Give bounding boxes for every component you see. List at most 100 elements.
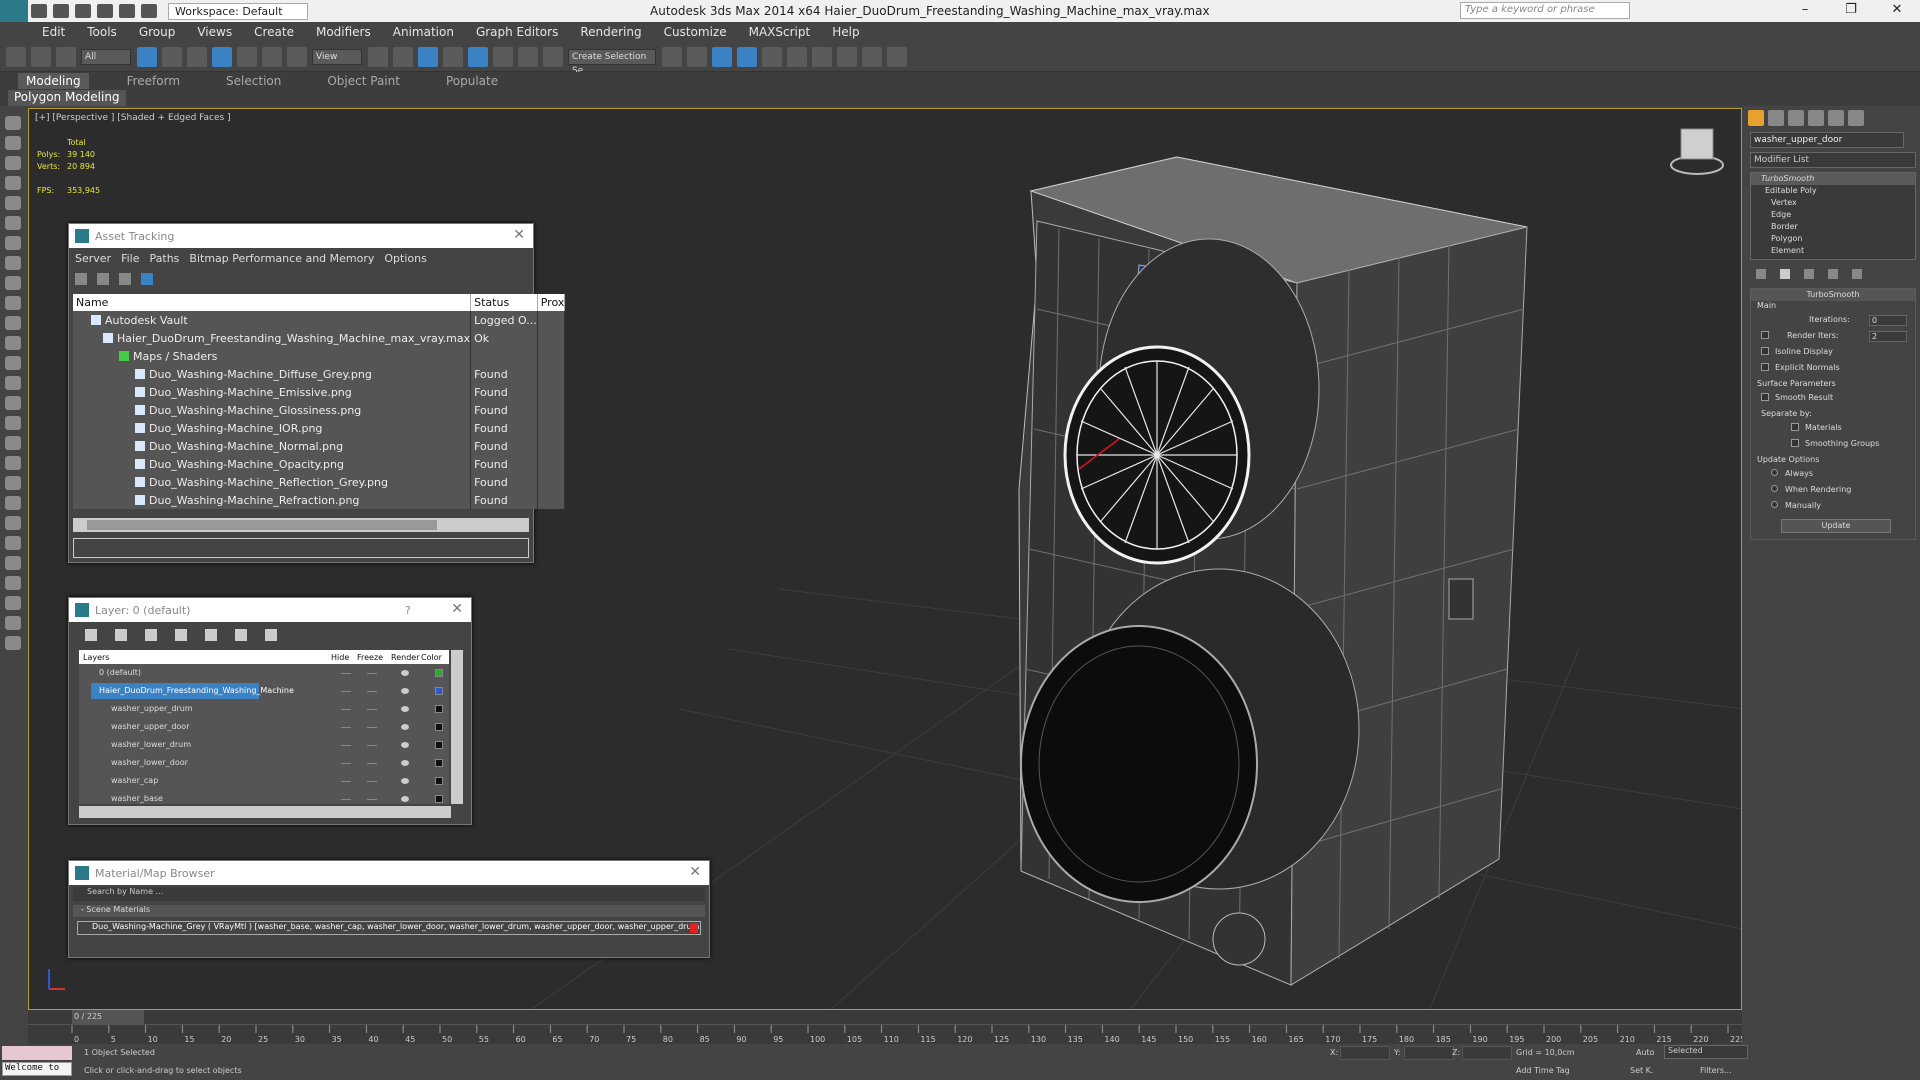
- hide-toggle[interactable]: [341, 726, 351, 728]
- tab-freeform[interactable]: Freeform: [127, 74, 180, 88]
- col-color[interactable]: Color: [421, 653, 442, 662]
- table-row[interactable]: Duo_Washing-Machine_Refraction.png Found: [73, 491, 566, 509]
- freeze-toggle[interactable]: [367, 744, 377, 746]
- detail-view-icon[interactable]: [141, 273, 153, 285]
- viewport-icon-26[interactable]: [5, 616, 21, 630]
- viewport-icon-23[interactable]: [5, 556, 21, 570]
- table-row[interactable]: Duo_Washing-Machine_Glossiness.png Found: [73, 401, 566, 419]
- stack-item-editable-poly[interactable]: Editable Poly: [1751, 185, 1915, 197]
- menu-customize[interactable]: Customize: [664, 25, 727, 39]
- list-view-icon[interactable]: [97, 273, 109, 285]
- named-selection-set-select[interactable]: Create Selection Se: [568, 48, 656, 76]
- maximize-button[interactable]: ❐: [1836, 2, 1866, 20]
- render-toggle-icon[interactable]: [401, 724, 409, 730]
- viewport-icon-7[interactable]: [5, 236, 21, 250]
- hide-toggle[interactable]: [341, 708, 351, 710]
- unlink-icon[interactable]: [31, 46, 51, 67]
- freeze-toggle[interactable]: [367, 708, 377, 710]
- layer-row[interactable]: 0 (default): [79, 664, 449, 682]
- motion-tab-icon[interactable]: [1808, 110, 1824, 126]
- layer-manager-close-icon[interactable]: ✕: [451, 601, 463, 617]
- table-row[interactable]: Maps / Shaders: [73, 347, 566, 365]
- asset-tracking-titlebar[interactable]: Asset Tracking: [69, 224, 533, 248]
- viewport-icon-16[interactable]: [5, 416, 21, 430]
- menu-views[interactable]: Views: [197, 25, 232, 39]
- menu-modifiers[interactable]: Modifiers: [316, 25, 371, 39]
- modifier-list-dropdown[interactable]: Modifier List: [1750, 152, 1916, 168]
- open-file-icon[interactable]: [53, 4, 69, 18]
- asset-path-field[interactable]: [73, 538, 529, 558]
- schematic-view-icon[interactable]: [787, 46, 807, 67]
- scene-materials-section[interactable]: - Scene Materials: [73, 905, 705, 917]
- update-button[interactable]: Update: [1781, 519, 1891, 533]
- y-coordinate-field[interactable]: [1404, 1046, 1454, 1060]
- freeze-toggle[interactable]: [367, 690, 377, 692]
- select-object-icon[interactable]: [137, 46, 157, 67]
- layer-row[interactable]: washer_cap: [79, 772, 449, 790]
- keyboard-shortcut-icon[interactable]: [418, 46, 438, 67]
- render-production-icon[interactable]: [887, 46, 907, 67]
- link-icon[interactable]: [6, 46, 26, 67]
- mirror-icon[interactable]: [662, 46, 682, 67]
- layer-vertical-scrollbar[interactable]: [451, 650, 463, 804]
- material-item[interactable]: Duo_Washing-Machine_Grey ( VRayMtl ) [wa…: [77, 921, 701, 935]
- viewport-icon-27[interactable]: [5, 636, 21, 650]
- freeze-toggle[interactable]: [367, 762, 377, 764]
- app-logo[interactable]: [0, 0, 28, 22]
- tab-populate[interactable]: Populate: [446, 74, 498, 88]
- stack-item-turbosmooth[interactable]: TurboSmooth: [1751, 173, 1915, 185]
- table-row[interactable]: Haier_DuoDrum_Freestanding_Washing_Machi…: [73, 329, 566, 347]
- maxscript-listener-input[interactable]: Welcome to: [2, 1062, 72, 1076]
- viewport-icon-5[interactable]: [5, 196, 21, 210]
- selection-filter-select[interactable]: All: [81, 48, 131, 65]
- hide-all-layers-icon[interactable]: [235, 629, 247, 641]
- save-file-icon[interactable]: [75, 4, 91, 18]
- viewport-icon-22[interactable]: [5, 536, 21, 550]
- viewport-icon-17[interactable]: [5, 436, 21, 450]
- hide-toggle[interactable]: [341, 672, 351, 674]
- viewport-icon-18[interactable]: [5, 456, 21, 470]
- asset-menu-file[interactable]: File: [121, 252, 139, 265]
- layer-color-swatch[interactable]: [435, 723, 443, 731]
- layer-manager-titlebar[interactable]: Layer: 0 (default) ?: [69, 598, 471, 622]
- new-file-icon[interactable]: [31, 4, 47, 18]
- maxscript-listener-output[interactable]: [2, 1046, 72, 1060]
- viewport-icon-12[interactable]: [5, 336, 21, 350]
- new-layer-icon[interactable]: [85, 629, 97, 641]
- bind-space-warp-icon[interactable]: [56, 46, 76, 67]
- isoline-checkbox[interactable]: [1761, 347, 1769, 355]
- select-in-layer-icon[interactable]: [175, 629, 187, 641]
- explicit-normals-checkbox[interactable]: [1761, 363, 1769, 371]
- hide-toggle[interactable]: [341, 690, 351, 692]
- layer-row[interactable]: washer_upper_door: [79, 718, 449, 736]
- manually-radio[interactable]: [1771, 501, 1778, 508]
- key-filters-button[interactable]: Filters...: [1700, 1066, 1732, 1075]
- snaps-toggle-icon[interactable]: [443, 46, 463, 67]
- object-name-field[interactable]: washer_upper_door: [1750, 132, 1904, 148]
- col-layers[interactable]: Layers: [83, 653, 109, 662]
- turbosmooth-rollout-title[interactable]: TurboSmooth: [1751, 289, 1915, 301]
- render-setup-icon[interactable]: [837, 46, 857, 67]
- viewport-icon-2[interactable]: [5, 136, 21, 150]
- curve-editor-icon[interactable]: [762, 46, 782, 67]
- menu-help[interactable]: Help: [832, 25, 859, 39]
- table-row[interactable]: Duo_Washing-Machine_Normal.png Found: [73, 437, 566, 455]
- remove-modifier-icon[interactable]: [1828, 269, 1838, 279]
- table-row[interactable]: Duo_Washing-Machine_Diffuse_Grey.png Foun…: [73, 365, 566, 383]
- pivot-center-icon[interactable]: [368, 46, 388, 67]
- col-name[interactable]: Name: [73, 294, 472, 311]
- viewport-icon-13[interactable]: [5, 356, 21, 370]
- material-browser-close-icon[interactable]: ✕: [689, 864, 701, 880]
- menu-edit[interactable]: Edit: [42, 25, 65, 39]
- scrollbar-thumb[interactable]: [87, 520, 437, 530]
- freeze-all-layers-icon[interactable]: [265, 629, 277, 641]
- align-icon[interactable]: [687, 46, 707, 67]
- modify-tab-icon[interactable]: [1768, 110, 1784, 126]
- layer-color-swatch[interactable]: [435, 777, 443, 785]
- render-toggle-icon[interactable]: [401, 670, 409, 676]
- asset-menu-bitmap-performance[interactable]: Bitmap Performance and Memory: [189, 252, 374, 265]
- undo-icon[interactable]: [97, 4, 113, 18]
- layer-color-swatch[interactable]: [435, 795, 443, 803]
- menu-tools[interactable]: Tools: [87, 25, 117, 39]
- layer-row[interactable]: washer_lower_drum: [79, 736, 449, 754]
